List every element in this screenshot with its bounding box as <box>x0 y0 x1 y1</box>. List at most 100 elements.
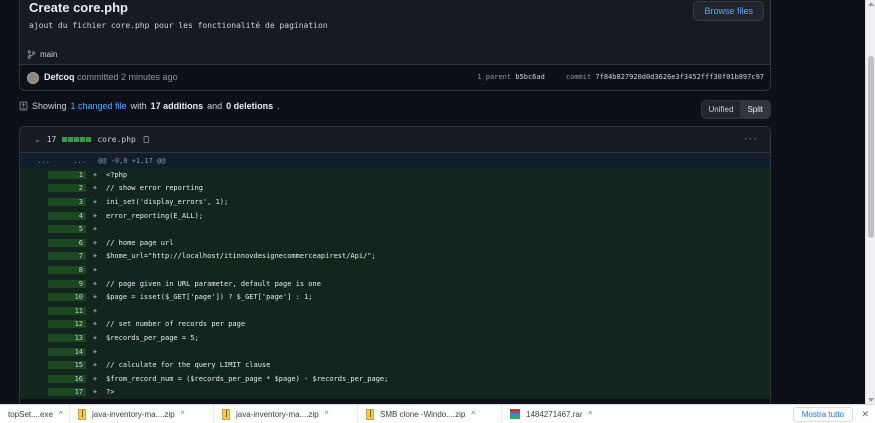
commit-header-box: Create core.php ajout du fichier core.ph… <box>19 0 771 91</box>
diff-line: 1 + <?php <box>20 168 770 182</box>
file-name[interactable]: core.php <box>97 135 136 144</box>
page-scrollbar[interactable] <box>865 0 875 404</box>
branch-name: main <box>40 50 58 59</box>
line-code: $home_url="http://localhost/itinnovdesig… <box>106 252 376 261</box>
line-number[interactable]: 13 <box>48 333 86 342</box>
chevron-up-icon[interactable]: ^ <box>471 410 475 419</box>
download-item[interactable]: java-inventory-ma....zip ^ <box>70 404 214 423</box>
hunk-expand-left[interactable]: ... <box>20 157 50 165</box>
scroll-down-arrow-icon[interactable] <box>868 398 874 402</box>
line-number[interactable]: 12 <box>48 320 86 329</box>
diff-line: 11 + <box>20 304 770 318</box>
line-code: $records_per_page = 5; <box>106 333 199 342</box>
zip-file-icon <box>78 408 86 420</box>
download-name: java-inventory-ma....zip <box>92 409 175 419</box>
commit-title-area: Create core.php ajout du fichier core.ph… <box>20 0 770 65</box>
hunk-expand-right[interactable]: ... <box>50 157 86 165</box>
line-number[interactable]: 3 <box>48 197 86 206</box>
line-number[interactable]: 1 <box>48 170 86 179</box>
commit-title: Create core.php <box>29 0 128 15</box>
diff-line: 5 + <box>20 222 770 236</box>
scrollbar-thumb[interactable] <box>868 56 874 238</box>
diff-line-count: 17 <box>46 135 57 144</box>
diff-line: 3 + ini_set('display_errors', 1); <box>20 195 770 209</box>
downloads-bar: topSet....exe ^ java-inventory-ma....zip ^… <box>0 404 875 423</box>
line-number[interactable]: 4 <box>48 211 86 220</box>
line-code: <?php <box>106 170 128 179</box>
line-code: ?> <box>106 388 115 397</box>
commit-label: commit <box>565 73 592 81</box>
line-number[interactable]: 14 <box>48 347 86 356</box>
summary-period: . <box>277 101 280 111</box>
line-number[interactable]: 5 <box>48 225 86 234</box>
download-item[interactable]: java-inventory-ma....zip ^ <box>214 404 358 423</box>
diff-line: 13 + $records_per_page = 5; <box>20 331 770 345</box>
rar-file-icon <box>510 409 520 419</box>
download-item[interactable]: SMB clone -Windo....zip ^ <box>358 404 502 423</box>
summary-and: and <box>207 101 223 111</box>
line-number[interactable]: 7 <box>48 252 86 261</box>
close-icon[interactable]: ✕ <box>861 409 869 420</box>
kebab-menu-icon[interactable]: ··· <box>744 133 758 145</box>
commit-description: ajout du fichier core.php pour les fonct… <box>29 21 328 30</box>
diff-line: 15 +// calculate for the query LIMIT clau… <box>20 358 770 372</box>
download-item[interactable]: 1484271467.rar ^ <box>502 405 646 423</box>
line-number[interactable]: 16 <box>48 374 86 383</box>
diffstat-blocks <box>62 137 92 142</box>
show-all-downloads-button[interactable]: Mostra tutto <box>792 407 853 422</box>
line-number[interactable]: 11 <box>48 306 86 315</box>
chevron-up-icon[interactable]: ^ <box>589 410 593 419</box>
diff-line: 16 + $from_record_num = ($records_per_page… <box>20 372 770 386</box>
line-number[interactable]: 8 <box>48 265 86 274</box>
download-item[interactable]: topSet....exe ^ <box>0 404 70 423</box>
line-number[interactable]: 9 <box>48 279 86 288</box>
commit-action: committed 2 minutes ago <box>77 72 178 82</box>
diff-line: 8 + <box>20 263 770 277</box>
hunk-header: ... ... @@ -0,0 +1,17 @@ <box>20 153 770 168</box>
diff-line: 9 +// page given in URL parameter, defaul… <box>20 277 770 291</box>
diff-line: 4 + error_reporting(E_ALL); <box>20 209 770 223</box>
author-name[interactable]: Defcoq <box>44 72 75 82</box>
split-view-button[interactable]: Split <box>740 101 770 118</box>
chevron-up-icon[interactable]: ^ <box>59 410 63 419</box>
diff-line: 2 +// show error reporting <box>20 182 770 196</box>
diff-line: 12 +// set number of records per page <box>20 318 770 332</box>
line-code: // calculate for the query LIMIT clause <box>106 361 271 370</box>
line-number[interactable]: 15 <box>48 361 86 370</box>
chevron-up-icon[interactable]: ^ <box>325 410 329 419</box>
parent-label: 1 parent <box>477 73 512 81</box>
line-number[interactable]: 10 <box>48 293 86 302</box>
line-code: error_reporting(E_ALL); <box>106 211 203 220</box>
line-code: ini_set('display_errors', 1); <box>106 197 229 206</box>
changed-files-link[interactable]: 1 changed file <box>71 101 127 111</box>
zip-file-icon <box>366 408 374 420</box>
commit-author-line: Defcoq committed 2 minutes ago <box>44 72 178 82</box>
line-code: $page = isset($_GET['page']) ? $_GET['pa… <box>106 293 313 302</box>
file-diff-icon <box>19 101 28 111</box>
line-code: // home page url <box>106 238 174 247</box>
commit-meta-row: Defcoq committed 2 minutes ago 1 parent … <box>20 65 770 90</box>
commit-hash: 7f84b827920d0d3626e3f3452fff30f01b897c97 <box>595 73 764 81</box>
chevron-down-icon[interactable]: ⌄ <box>34 135 41 144</box>
branch-indicator[interactable]: main <box>27 50 57 59</box>
copy-icon[interactable] <box>142 135 150 144</box>
summary-with: with <box>130 101 147 111</box>
download-name: topSet....exe <box>8 409 53 419</box>
line-number[interactable]: 17 <box>48 388 86 397</box>
line-code: // page given in URL parameter, default … <box>106 279 321 288</box>
download-name: 1484271467.rar <box>526 409 583 419</box>
line-number[interactable]: 2 <box>48 184 86 193</box>
scroll-up-arrow-icon[interactable] <box>868 2 874 6</box>
diff-summary: Showing 1 changed file with 17 additions… <box>19 101 280 111</box>
diff-line: 17 + ?> <box>20 386 770 400</box>
line-number[interactable]: 6 <box>48 238 86 247</box>
diff-line: 7 + $home_url="http://localhost/itinnovdes… <box>20 250 770 264</box>
avatar[interactable] <box>27 72 39 84</box>
browse-files-button[interactable]: Browse files <box>693 1 764 21</box>
download-name: java-inventory-ma....zip <box>236 409 319 419</box>
chevron-up-icon[interactable]: ^ <box>181 410 185 419</box>
line-code: // show error reporting <box>106 184 203 193</box>
parent-hash-link[interactable]: b5bc6ad <box>515 73 545 81</box>
unified-view-button[interactable]: Unified <box>702 101 741 118</box>
diff-lines: 1 + <?php 2 +// show error reporting 3 + ini_… <box>20 168 770 400</box>
